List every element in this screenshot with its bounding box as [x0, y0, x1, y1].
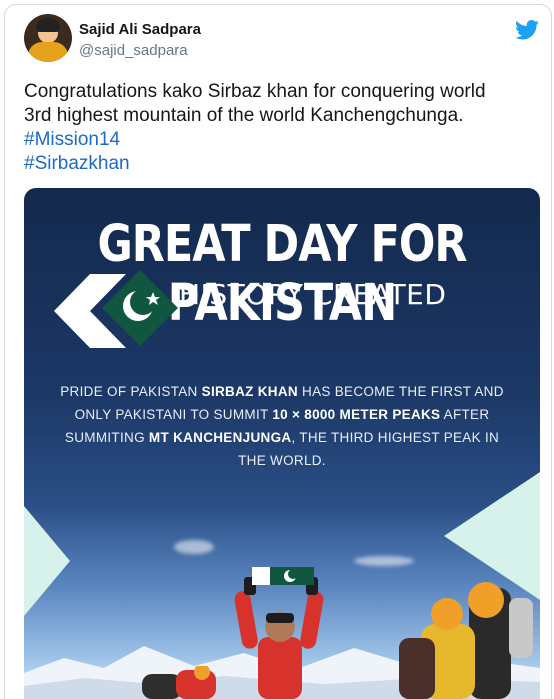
hashtag-link[interactable]: #Sirbazkhan — [24, 152, 529, 176]
climber-figure — [234, 567, 324, 699]
tweet-body: Congratulations kako Sirbaz khan for con… — [24, 80, 529, 176]
pakistan-flag-icon — [102, 270, 178, 346]
hashtag-link[interactable]: #Mission14 — [24, 128, 529, 152]
tweet-text-line: 3rd highest mountain of the world Kanche… — [24, 105, 464, 126]
poster-body-text: PRIDE OF PAKISTAN SIRBAZ KHAN HAS BECOME… — [54, 380, 510, 472]
poster-body-name: SIRBAZ KHAN — [201, 384, 298, 399]
author-handle[interactable]: @sajid_sadpara — [79, 42, 188, 59]
avatar-jacket — [28, 42, 68, 62]
climber-group — [399, 582, 533, 699]
poster-body-mountain: MT KANCHENJUNGA — [148, 430, 292, 445]
poster-subtitle: HISTORY CREATED — [179, 278, 447, 311]
climber-figure — [142, 666, 216, 699]
author-display-name[interactable]: Sajid Ali Sadpara — [79, 21, 201, 38]
avatar[interactable] — [24, 14, 72, 62]
poster-body-peaks: 10 × 8000 METER PEAKS — [272, 407, 441, 422]
cloud — [174, 540, 214, 554]
cloud — [354, 556, 414, 566]
decorative-triangle — [24, 506, 70, 616]
avatar-hat — [36, 18, 60, 32]
tweet-media-image[interactable]: GREAT DAY FOR PAKISTAN HISTORY CREATED P… — [24, 188, 540, 699]
twitter-bird-icon[interactable] — [515, 20, 539, 40]
tweet-text-line: Congratulations kako Sirbaz khan for con… — [24, 81, 486, 102]
poster-body-part: PRIDE OF PAKISTAN — [60, 384, 202, 399]
